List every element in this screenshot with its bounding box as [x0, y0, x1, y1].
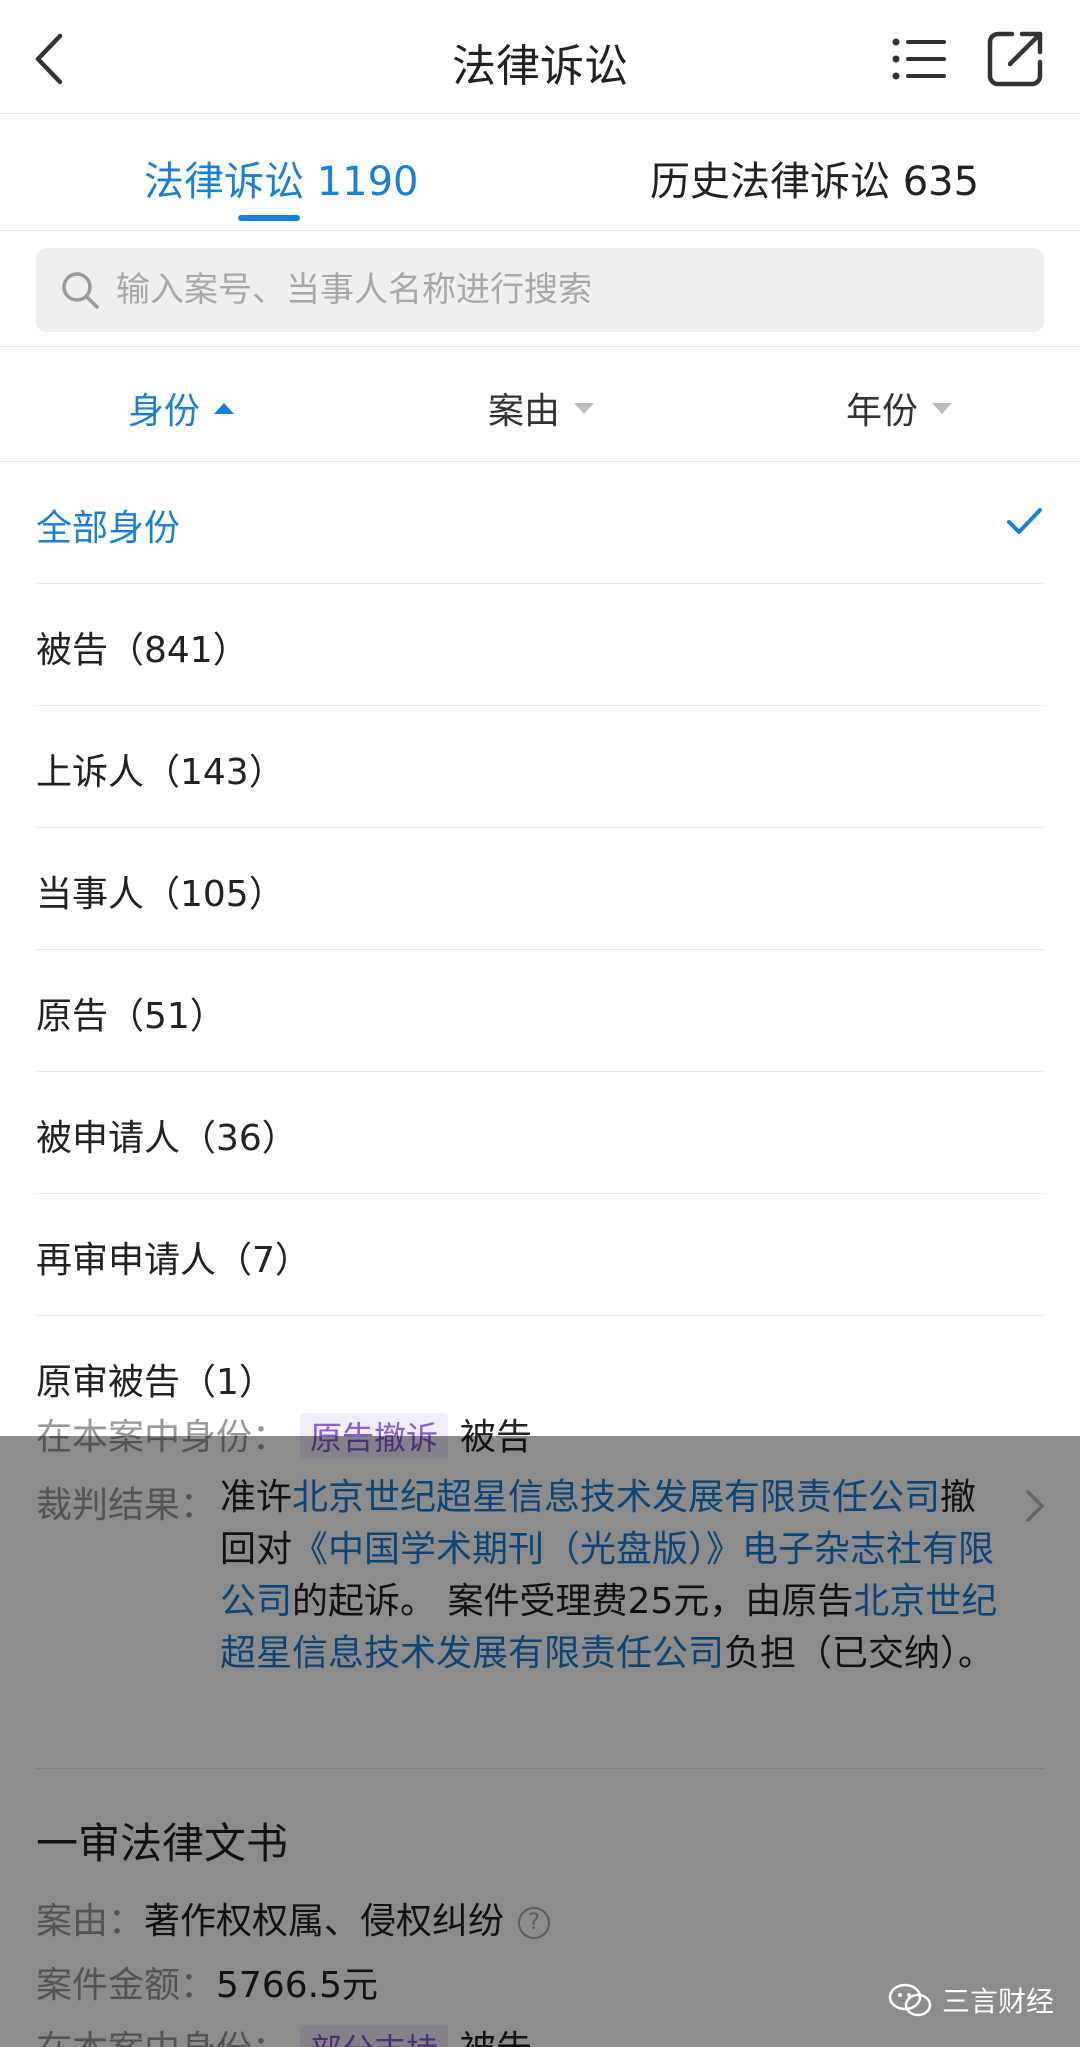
dim-overlay[interactable]: [0, 1436, 1080, 2047]
filter-role[interactable]: 身份: [128, 382, 235, 434]
filter-cause-label: 案由: [488, 391, 561, 432]
caret-down-icon: [574, 402, 595, 414]
role-option-respondent[interactable]: 被申请人（36）: [36, 1073, 1044, 1194]
watermark: 三言财经: [888, 1980, 1054, 2020]
role-dropdown: 全部身份 被告（841） 上诉人（143） 当事人（105） 原告（51） 被申…: [0, 463, 1080, 1436]
role-option-defendant[interactable]: 被告（841）: [36, 585, 1044, 706]
caret-down-icon: [932, 402, 953, 414]
role-option-label: 原审被告（1）: [36, 1362, 275, 1403]
filter-cause[interactable]: 案由: [488, 382, 595, 434]
role-option-all[interactable]: 全部身份: [36, 463, 1044, 584]
role-option-label: 全部身份: [36, 508, 181, 549]
tab-history-lawsuits[interactable]: 历史法律诉讼 635: [650, 149, 979, 207]
role-option-plaintiff[interactable]: 原告（51）: [36, 951, 1044, 1072]
role-option-label: 被申请人（36）: [36, 1118, 298, 1159]
search-bar: [0, 232, 1080, 347]
search-input[interactable]: [116, 248, 1016, 332]
wechat-icon: [888, 1983, 932, 2017]
active-tab-indicator: [238, 215, 300, 221]
tab-lawsuits[interactable]: 法律诉讼 1190: [144, 149, 419, 207]
role-option-label: 原告（51）: [36, 996, 226, 1037]
role-option-appellant[interactable]: 上诉人（143）: [36, 707, 1044, 828]
list-icon: [892, 38, 946, 80]
share-external-icon: [987, 31, 1043, 87]
role-option-retrial-applicant[interactable]: 再审申请人（7）: [36, 1195, 1044, 1316]
filter-role-label: 身份: [128, 391, 201, 432]
search-icon: [62, 272, 99, 309]
list-menu-button[interactable]: [884, 24, 954, 94]
watermark-text: 三言财经: [942, 1985, 1055, 2018]
role-option-label: 被告（841）: [36, 630, 249, 671]
role-option-label: 再审申请人（7）: [36, 1240, 311, 1281]
filter-bar: 身份 案由 年份: [0, 348, 1080, 462]
share-button[interactable]: [980, 24, 1050, 94]
role-option-label: 上诉人（143）: [36, 752, 285, 793]
checkmark-icon: [1007, 508, 1042, 534]
role-option-party[interactable]: 当事人（105）: [36, 829, 1044, 950]
tab-bar: 法律诉讼 1190 历史法律诉讼 635: [0, 115, 1080, 231]
top-nav-bar: 法律诉讼: [0, 0, 1080, 114]
role-option-label: 当事人（105）: [36, 874, 285, 915]
filter-year[interactable]: 年份: [846, 382, 953, 434]
search-box[interactable]: [36, 248, 1044, 332]
caret-up-icon: [214, 402, 235, 414]
filter-year-label: 年份: [846, 391, 919, 432]
